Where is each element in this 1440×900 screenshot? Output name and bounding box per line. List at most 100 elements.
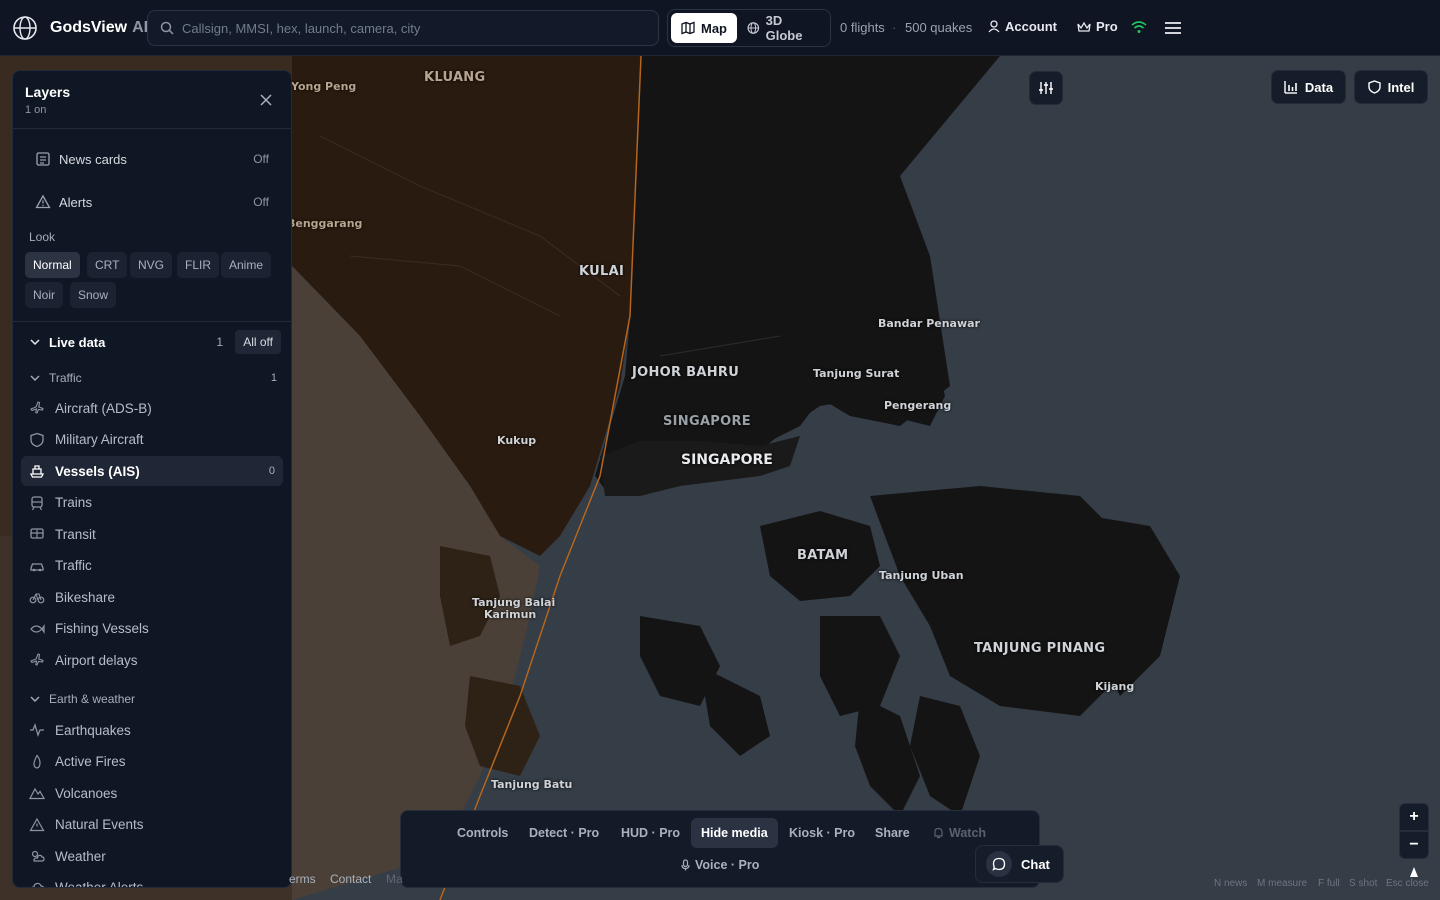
map-place-label: KULAI bbox=[579, 264, 625, 279]
look-nvg[interactable]: NVG bbox=[130, 252, 173, 278]
pro-button[interactable]: Pro bbox=[1077, 19, 1118, 34]
look-label: Look bbox=[29, 230, 56, 244]
alert-triangle-icon bbox=[29, 817, 45, 831]
wifi-icon[interactable] bbox=[1131, 20, 1147, 34]
layer-item-label: Traffic bbox=[55, 558, 92, 573]
hint-shot: S shot bbox=[1349, 878, 1378, 889]
bus-icon bbox=[30, 528, 44, 539]
look-normal[interactable]: Normal bbox=[25, 252, 80, 278]
hud-button[interactable]: HUD · Pro bbox=[611, 818, 690, 848]
live-data-section[interactable]: Live data 1 All off bbox=[25, 330, 281, 354]
flame-icon bbox=[33, 753, 41, 769]
zoom-out-button[interactable]: − bbox=[1399, 831, 1429, 859]
look-flir[interactable]: FLIR bbox=[177, 252, 220, 278]
map-mode-label: Map bbox=[701, 20, 727, 36]
intel-button[interactable]: Intel bbox=[1354, 70, 1428, 104]
layer-item-label: Fishing Vessels bbox=[55, 621, 149, 636]
flights-count: 0 flights bbox=[840, 20, 885, 35]
news-cards-value: Off bbox=[253, 152, 269, 166]
terms-link[interactable]: erms bbox=[289, 872, 316, 886]
map-place-label: Kijang bbox=[1095, 680, 1135, 693]
layer-item-transit[interactable]: Transit bbox=[21, 519, 283, 549]
layer-item-fishing-vessels[interactable]: Fishing Vessels bbox=[21, 614, 283, 644]
data-button[interactable]: Data bbox=[1271, 70, 1346, 104]
traffic-group-count: 1 bbox=[270, 372, 277, 384]
layer-item-label: Military Aircraft bbox=[55, 432, 144, 447]
panel-divider bbox=[13, 321, 291, 322]
hint-full: F full bbox=[1318, 878, 1340, 889]
search-input[interactable] bbox=[182, 20, 642, 36]
map-place-label: BATAM bbox=[797, 548, 849, 563]
hint-news: N news bbox=[1214, 878, 1248, 889]
all-off-button[interactable]: All off bbox=[235, 330, 281, 354]
chat-button[interactable]: Chat bbox=[975, 845, 1064, 883]
look-snow[interactable]: Snow bbox=[70, 282, 117, 308]
layer-item-earthquakes[interactable]: Earthquakes bbox=[21, 715, 283, 745]
account-button[interactable]: Account bbox=[988, 19, 1057, 34]
layer-item-bikeshare[interactable]: Bikeshare bbox=[21, 582, 283, 612]
crown-icon bbox=[1077, 21, 1091, 32]
map-place-label: Yong Peng bbox=[291, 80, 357, 93]
kiosk-button[interactable]: Kiosk · Pro bbox=[779, 818, 865, 848]
share-button[interactable]: Share bbox=[865, 818, 920, 848]
map-settings-button[interactable] bbox=[1029, 71, 1063, 105]
controls-button[interactable]: Controls bbox=[447, 818, 518, 848]
traffic-group[interactable]: Traffic 1 bbox=[25, 368, 281, 388]
zoom-in-button[interactable]: + bbox=[1399, 803, 1429, 831]
layer-item-trains[interactable]: Trains bbox=[21, 488, 283, 518]
look-anime[interactable]: Anime bbox=[221, 252, 272, 278]
shield-icon bbox=[1367, 80, 1381, 94]
map-place-label: SINGAPORE bbox=[663, 414, 751, 429]
map-place-label: KLUANG bbox=[424, 70, 486, 85]
bike-icon bbox=[29, 593, 45, 604]
voice-button[interactable]: Voice · Pro bbox=[681, 858, 759, 872]
layer-item-count: 0 bbox=[268, 465, 275, 477]
look-crt[interactable]: CRT bbox=[87, 252, 128, 278]
layer-item-natural-events[interactable]: Natural Events bbox=[21, 810, 283, 840]
activity-icon bbox=[30, 723, 44, 737]
layer-item-label: Volcanoes bbox=[55, 785, 118, 801]
layer-item-vessels-ais[interactable]: Vessels (AIS) 0 bbox=[21, 456, 283, 486]
layer-item-aircraft-ads-b[interactable]: Aircraft (ADS-B) bbox=[21, 393, 283, 423]
layer-item-active-fires[interactable]: Active Fires bbox=[21, 747, 283, 777]
news-cards-toggle[interactable]: News cards Off bbox=[25, 141, 281, 177]
map-place-label: TANJUNG PINANG bbox=[974, 641, 1106, 656]
layer-item-label: Transit bbox=[55, 526, 96, 542]
layer-item-label: Weather Alerts bbox=[55, 880, 144, 888]
alerts-label: Alerts bbox=[59, 194, 93, 210]
layer-item-volcanoes[interactable]: Volcanoes bbox=[21, 778, 283, 808]
layer-item-airport-delays[interactable]: Airport delays bbox=[21, 645, 283, 675]
layer-item-weather-alerts[interactable]: Weather Alerts bbox=[21, 873, 283, 888]
map-place-label: Tanjung Batu bbox=[491, 778, 573, 791]
layers-title: Layers bbox=[25, 84, 71, 100]
map-mode-button[interactable]: Map bbox=[671, 13, 737, 43]
globe-mode-button[interactable]: 3D Globe bbox=[737, 13, 827, 43]
bar-chart-icon bbox=[1284, 81, 1297, 94]
watch-button[interactable]: Watch bbox=[923, 818, 996, 848]
map-place-label: SINGAPORE bbox=[681, 452, 773, 468]
layer-item-label: Vessels (AIS) bbox=[55, 463, 140, 479]
user-icon bbox=[988, 20, 1000, 33]
layer-item-traffic[interactable]: Traffic bbox=[21, 551, 283, 581]
hint-measure: M measure bbox=[1257, 878, 1308, 889]
alerts-toggle[interactable]: Alerts Off bbox=[25, 184, 281, 220]
layers-panel-header: Layers 1 on bbox=[13, 71, 291, 129]
search-box[interactable] bbox=[147, 10, 659, 46]
detect-button[interactable]: Detect · Pro bbox=[519, 818, 609, 848]
contact-link[interactable]: Contact bbox=[330, 872, 371, 886]
cloud-alert-icon bbox=[31, 882, 45, 887]
layer-item-weather[interactable]: Weather bbox=[21, 841, 283, 871]
chat-label: Chat bbox=[1021, 856, 1050, 872]
chevron-down-icon bbox=[30, 696, 40, 702]
close-icon[interactable] bbox=[259, 93, 273, 107]
layer-item-military-aircraft[interactable]: Military Aircraft bbox=[21, 425, 283, 455]
menu-icon[interactable] bbox=[1165, 21, 1181, 35]
fish-icon bbox=[30, 623, 45, 634]
globe-icon bbox=[747, 22, 760, 34]
earth-weather-group[interactable]: Earth & weather bbox=[25, 689, 281, 709]
hide-media-button[interactable]: Hide media bbox=[691, 818, 778, 848]
map-attribution[interactable]: Ma bbox=[386, 872, 403, 886]
app-logo[interactable]: GodsView AI bbox=[12, 15, 148, 41]
bell-icon bbox=[934, 827, 943, 839]
look-noir[interactable]: Noir bbox=[25, 282, 64, 308]
